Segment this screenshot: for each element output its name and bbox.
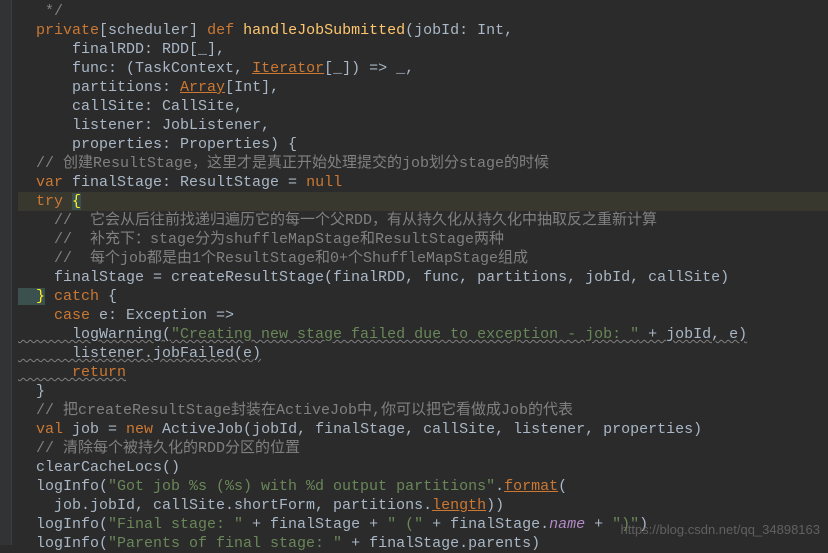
text: listener.jobFailed(e) — [18, 345, 261, 362]
keyword-case: case — [18, 307, 99, 324]
text: ( — [558, 478, 567, 495]
param: properties: Properties) { — [36, 136, 297, 153]
string-literal: "Got job %s (%s) with %d output partitio… — [108, 478, 495, 495]
keyword-private: private — [36, 22, 99, 39]
comment: // 每个job都是由1个ResultStage和0+个ShuffleMapSt… — [18, 250, 528, 267]
method-format: format — [504, 478, 558, 495]
string-literal: "Parents of final stage: " — [108, 535, 342, 552]
text: . — [495, 478, 504, 495]
brace: { — [108, 288, 117, 305]
code-block: */ private[scheduler] def handleJobSubmi… — [18, 0, 828, 553]
text: + finalStage.parents) — [342, 535, 540, 552]
property-name: name — [549, 516, 585, 533]
text: job.jobId, callSite.shortForm, partition… — [18, 497, 432, 514]
keyword-val: val — [18, 421, 72, 438]
keyword-return: return — [18, 364, 126, 381]
null-literal: null — [306, 174, 342, 191]
param: [_]) => _, — [324, 60, 414, 77]
text: + finalStage + — [243, 516, 387, 533]
text: finalStage: ResultStage = — [72, 174, 306, 191]
string-literal: " (" — [387, 516, 423, 533]
text: )) — [486, 497, 504, 514]
string-literal: "Final stage: " — [108, 516, 243, 533]
watermark: https://blog.csdn.net/qq_34898163 — [621, 520, 821, 539]
param: finalRDD: RDD[_], — [36, 41, 225, 58]
text: ActiveJob(jobId, finalStage, callSite, l… — [162, 421, 702, 438]
type-iterator: Iterator — [252, 60, 324, 77]
keyword-def: def — [207, 22, 243, 39]
function-name: handleJobSubmitted — [243, 22, 405, 39]
statement: clearCacheLocs() — [18, 459, 180, 476]
text: + — [585, 516, 612, 533]
params: (jobId: Int, — [405, 22, 513, 39]
brace-open: { — [72, 193, 81, 210]
string-literal: "Creating new stage failed due to except… — [171, 326, 639, 343]
comment: // 清除每个被持久化的RDD分区的位置 — [18, 440, 300, 457]
comment: // 补充下：stage分为shuffleMapStage和ResultStag… — [18, 231, 504, 248]
text: job = — [72, 421, 126, 438]
brace-close: } — [18, 288, 45, 305]
keyword-var: var — [18, 174, 72, 191]
param: [Int], — [225, 79, 279, 96]
text: logInfo( — [18, 478, 108, 495]
text: [scheduler] — [99, 22, 207, 39]
keyword-try: try — [18, 193, 72, 210]
comment: // 创建ResultStage，这里才是真正开始处理提交的job划分stage… — [18, 155, 549, 172]
comment: // 把createResultStage封装在ActiveJob中,你可以把它… — [18, 402, 573, 419]
type-array: Array — [180, 79, 225, 96]
text: logWarning( — [18, 326, 171, 343]
brace: } — [18, 383, 45, 400]
text: + jobId, e) — [639, 326, 747, 343]
param: callSite: CallSite, — [36, 98, 243, 115]
param: partitions: — [36, 79, 180, 96]
text: + finalStage. — [423, 516, 549, 533]
comment: // 它会从后往前找递归遍历它的每一个父RDD，有从持久化从持久化中抽取反之重新… — [18, 212, 657, 229]
keyword-catch: catch — [45, 288, 108, 305]
text: e: Exception => — [99, 307, 234, 324]
text: logInfo( — [18, 535, 108, 552]
text: logInfo( — [18, 516, 108, 533]
keyword-new: new — [126, 421, 162, 438]
param: listener: JobListener, — [36, 117, 270, 134]
statement: finalStage = createResultStage(finalRDD,… — [18, 269, 729, 286]
param: func: (TaskContext, — [36, 60, 252, 77]
comment: */ — [18, 3, 63, 20]
property-length: length — [432, 497, 486, 514]
